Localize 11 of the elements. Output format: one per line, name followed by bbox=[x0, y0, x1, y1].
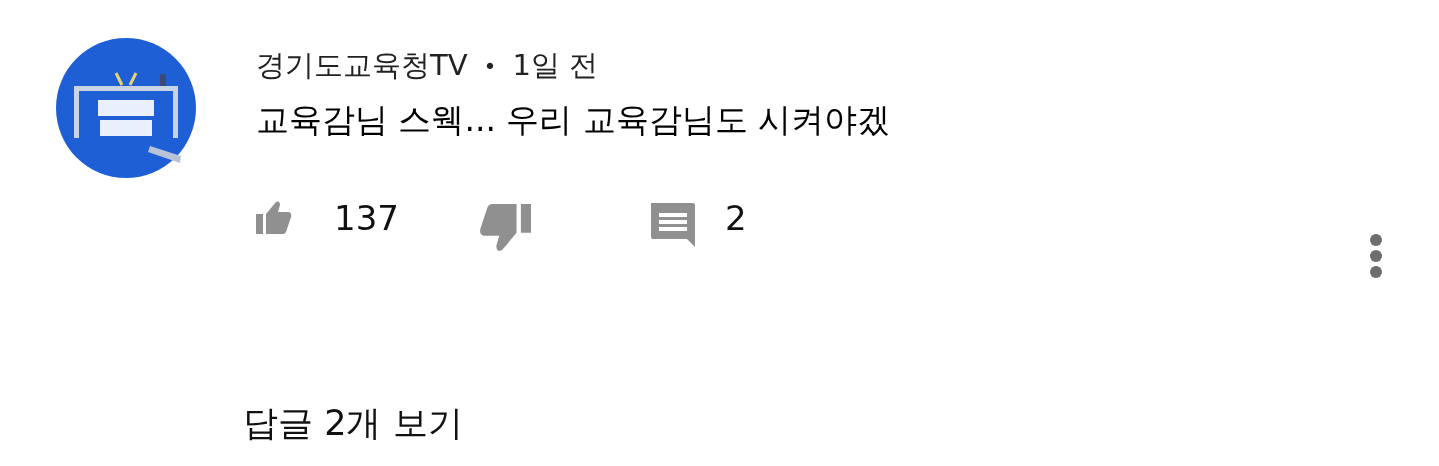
reply-count: 2 bbox=[724, 198, 747, 238]
comment-text: 교육감님 스웩... 우리 교육감님도 시켜야겠 bbox=[256, 99, 892, 141]
view-replies-link[interactable]: 답글 2개 보기 bbox=[243, 400, 463, 447]
author-name[interactable]: 경기도교육청TV bbox=[256, 46, 468, 86]
thumbs-down-icon[interactable] bbox=[478, 201, 531, 253]
more-options-icon[interactable] bbox=[1369, 233, 1383, 279]
thumbs-up-icon[interactable] bbox=[256, 200, 292, 236]
comment-time: 1일 전 bbox=[512, 47, 599, 84]
separator: • bbox=[483, 53, 497, 79]
comment-icon[interactable] bbox=[648, 201, 697, 249]
like-count: 137 bbox=[334, 198, 399, 238]
